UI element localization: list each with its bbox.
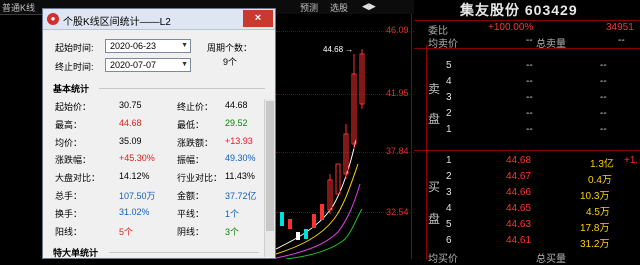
- start-time-label: 起始时间:: [55, 43, 94, 53]
- candle: [304, 229, 308, 239]
- stat-label: 终止价：: [177, 102, 214, 112]
- candle: [280, 212, 284, 226]
- chevron-down-icon[interactable]: ▼: [181, 61, 188, 68]
- sell-level-row: 5 -- --: [446, 60, 607, 71]
- buy-level-row: 5 44.63 17.8万: [446, 219, 610, 234]
- scrollbar-thumb[interactable]: [266, 101, 274, 231]
- weibi-row: 委比 +100.00% 34951: [428, 22, 640, 37]
- scrollbar[interactable]: [264, 99, 275, 257]
- stat-value: 1个: [225, 209, 240, 219]
- buy-level-row: 3 44.66 10.3万: [446, 187, 610, 202]
- stat-label: 涨跌额：: [177, 138, 214, 148]
- stat-label: 涨跌幅：: [55, 155, 92, 165]
- stat-value: 44.68: [119, 118, 142, 128]
- stat-value: 49.30%: [225, 153, 256, 163]
- price-axis-label: 32.54: [386, 207, 409, 217]
- buy-level-row: 1 44.68 1.3亿 +1.: [446, 155, 639, 170]
- buy-level-row: 4 44.65 4.5万: [446, 203, 610, 218]
- price-axis-label: 46.09: [386, 25, 409, 35]
- sell-level-row: 3 -- --: [446, 92, 607, 103]
- divider: [414, 150, 640, 151]
- avg-buy-row: 均买价 总买量: [428, 250, 640, 265]
- stat-label: 金额：: [177, 191, 205, 201]
- divider: [414, 48, 640, 49]
- sell-level-row: 4 -- --: [446, 76, 607, 87]
- stat-value: +13.93: [225, 136, 253, 146]
- stat-label: 阳线：: [55, 227, 83, 237]
- chevron-down-icon[interactable]: ▼: [181, 42, 188, 49]
- stat-value: 14.12%: [119, 171, 150, 181]
- stock-title: 集友股份 603429: [460, 2, 578, 18]
- stat-label: 行业对比：: [177, 173, 223, 183]
- peak-label: 44.68 →: [323, 45, 354, 54]
- stat-value: +45.30%: [119, 153, 155, 163]
- end-date-select[interactable]: 2020-07-07 ▼: [105, 58, 191, 72]
- stat-label: 最低：: [177, 120, 205, 130]
- divider: [414, 20, 640, 21]
- stat-value: 35.09: [119, 136, 142, 146]
- candle: [320, 204, 324, 220]
- stat-label: 均价：: [55, 138, 83, 148]
- cycles-label: 周期个数：: [207, 43, 253, 53]
- stat-value: 29.52: [225, 118, 248, 128]
- cycles-value: 9个: [223, 57, 238, 67]
- end-time-label: 终止时间:: [55, 62, 94, 72]
- dialog-titlebar[interactable]: ● 个股K线区间统计——L2 ×: [43, 9, 275, 30]
- toolbar-arrows-icon[interactable]: ◀▶: [362, 1, 376, 12]
- candle: [335, 163, 341, 195]
- dialog-title: 个股K线区间统计——L2: [63, 17, 171, 28]
- section-basic-stats: 基本统计: [53, 84, 90, 94]
- stat-label: 最高：: [55, 120, 83, 130]
- divider: [109, 252, 259, 253]
- close-button[interactable]: ×: [243, 10, 273, 27]
- stat-value: 5个: [119, 227, 134, 237]
- stat-value: 3个: [225, 227, 240, 237]
- candle: [296, 232, 300, 240]
- weicha-value: 34951: [606, 22, 634, 33]
- total-buy-label: 总买量: [536, 254, 566, 265]
- avg-sell-value: --: [526, 35, 533, 46]
- toolbar-item-select[interactable]: 选股: [330, 1, 348, 14]
- stat-label: 大盘对比：: [55, 173, 101, 183]
- stat-label: 振幅：: [177, 155, 205, 165]
- buy-level-row: 6 44.61 31.2万: [446, 235, 610, 250]
- avg-buy-label: 均买价: [428, 254, 458, 265]
- stat-value: 31.02%: [119, 207, 150, 217]
- end-date-value: 2020-07-07: [110, 60, 157, 70]
- stat-label: 总手：: [55, 191, 83, 201]
- toolbar-item-kline[interactable]: 普通K线: [2, 1, 35, 14]
- price-axis-label: 37.84: [386, 146, 409, 156]
- candle: [312, 214, 316, 228]
- start-date-select[interactable]: 2020-06-23 ▼: [105, 39, 191, 53]
- sell-level-row: 2 -- --: [446, 108, 607, 119]
- section-bigorder-stats: 特大单统计: [53, 248, 99, 258]
- candle: [288, 219, 292, 229]
- buy-level-row: 2 44.67 0.4万: [446, 171, 612, 186]
- stat-label: 阴线：: [177, 227, 205, 237]
- weibi-value: +100.00%: [488, 22, 534, 33]
- interval-stats-dialog: ● 个股K线区间统计——L2 × 起始时间: 2020-06-23 ▼ 终止时间…: [42, 8, 276, 259]
- toolbar-item-predict[interactable]: 预测: [300, 1, 318, 14]
- stat-value: 107.50万: [119, 191, 156, 201]
- stat-label: 平线：: [177, 209, 205, 219]
- stat-value: 30.75: [119, 100, 142, 110]
- total-sell-value: --: [618, 35, 625, 46]
- divider: [99, 88, 265, 89]
- start-date-value: 2020-06-23: [110, 41, 157, 51]
- sell-level-row: 1 -- --: [446, 124, 607, 135]
- divider: [426, 45, 427, 259]
- kline-chart[interactable]: 44.68 →: [276, 14, 414, 259]
- stat-value: 44.68: [225, 100, 248, 110]
- avg-sell-row: 均卖价 -- 总卖量 --: [428, 35, 640, 50]
- app-icon: ●: [47, 13, 59, 25]
- price-axis-label: 41.95: [386, 88, 409, 98]
- stat-label: 起始价：: [55, 102, 92, 112]
- stat-label: 换手：: [55, 209, 83, 219]
- stat-value: 37.72亿: [225, 191, 257, 201]
- stat-value: 11.43%: [225, 171, 255, 181]
